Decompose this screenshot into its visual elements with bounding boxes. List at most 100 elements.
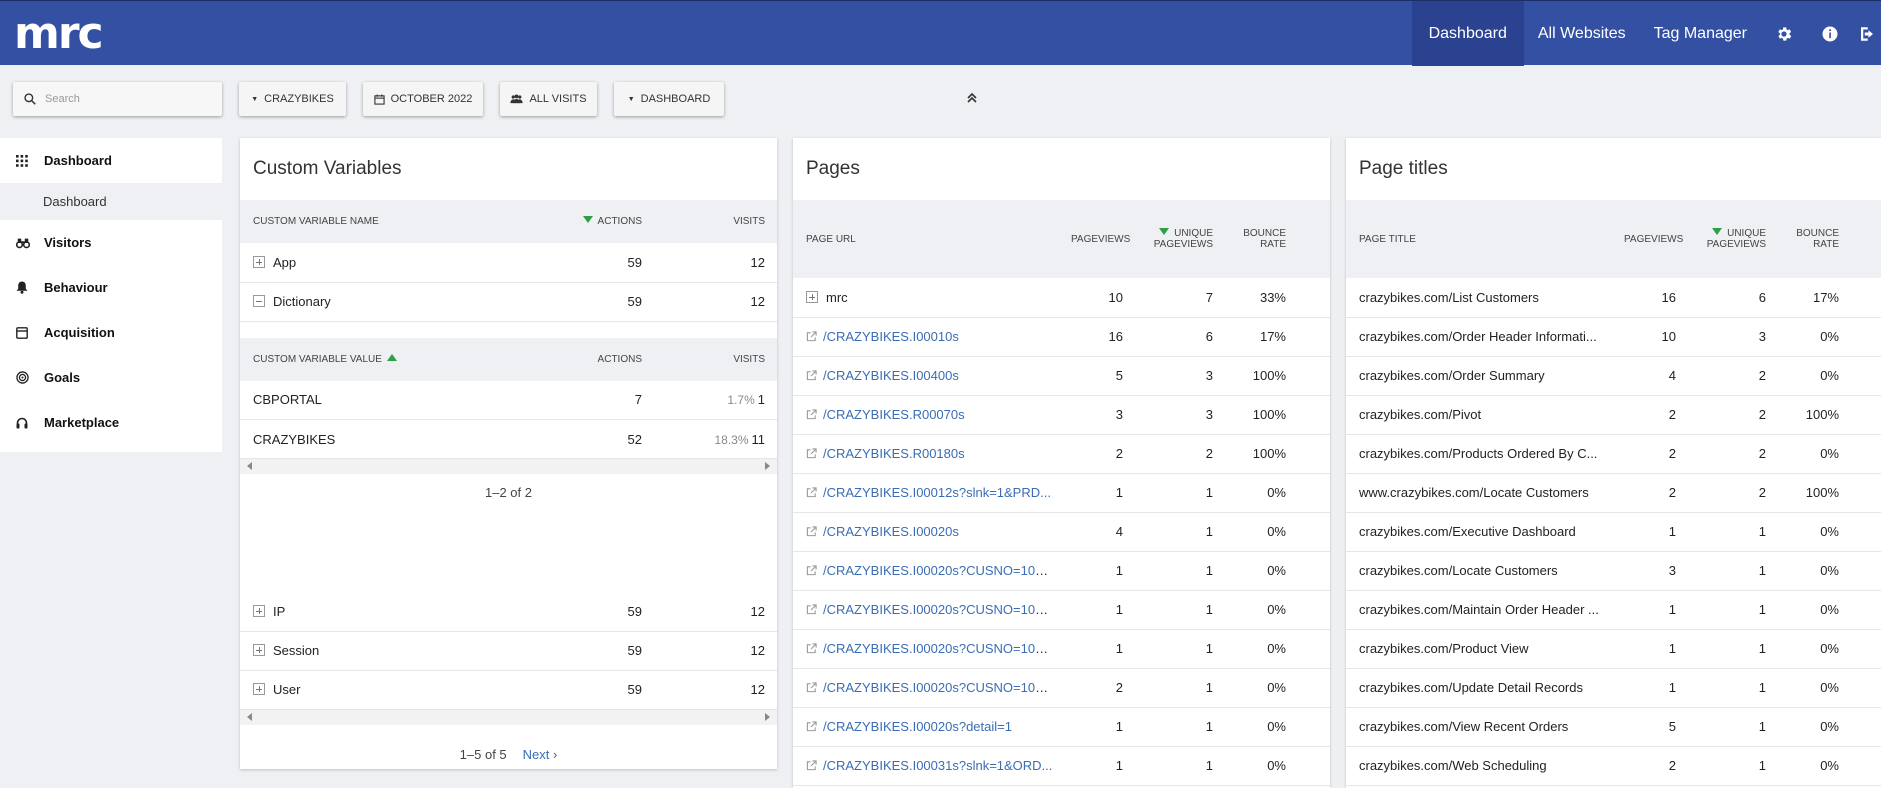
column-header-pageviews[interactable]: PAGEVIEWS bbox=[1618, 200, 1688, 278]
column-header-visits[interactable]: VISITS bbox=[654, 337, 777, 381]
sidebar-item-goals[interactable]: Goals bbox=[0, 355, 222, 400]
logout-icon[interactable] bbox=[1853, 1, 1881, 66]
page-url-link[interactable]: /CRAZYBIKES.R00070s bbox=[823, 407, 965, 422]
collapse-toolbar-button[interactable] bbox=[962, 88, 982, 108]
table-row[interactable]: crazybikes.com/Order Header Informati...… bbox=[1346, 317, 1881, 357]
table-row[interactable]: /CRAZYBIKES.R00180s 2 2 100% bbox=[793, 434, 1330, 474]
column-header-page-url[interactable]: PAGE URL bbox=[793, 200, 1065, 278]
page-url-link[interactable]: /CRAZYBIKES.I00400s bbox=[823, 368, 959, 383]
page-url-link[interactable]: /CRAZYBIKES.I00020s?CUSNO=100... bbox=[823, 641, 1053, 656]
sidebar-item-dashboard[interactable]: Dashboard bbox=[0, 138, 222, 183]
table-row[interactable]: /CRAZYBIKES.R00070s 3 3 100% bbox=[793, 395, 1330, 435]
nav-dashboard[interactable]: Dashboard bbox=[1411, 1, 1524, 66]
expand-icon[interactable] bbox=[253, 644, 265, 656]
external-link-icon[interactable] bbox=[806, 643, 817, 654]
page-url-link[interactable]: /CRAZYBIKES.I00031s?slnk=1&ORD... bbox=[823, 758, 1052, 773]
collapse-icon[interactable] bbox=[253, 295, 265, 307]
table-row[interactable]: /CRAZYBIKES.I00031s?slnk=1&ORD... 1 1 0% bbox=[793, 746, 1330, 786]
table-row[interactable]: /CRAZYBIKES.I00020s?CUSNO=100... 1 1 0% bbox=[793, 551, 1330, 591]
table-row[interactable]: crazybikes.com/Update Detail Records 1 1 0% bbox=[1346, 668, 1881, 708]
table-row[interactable]: crazybikes.com/Pivot 2 2 100% bbox=[1346, 395, 1881, 435]
table-row[interactable]: crazybikes.com/Executive Dashboard 1 1 0% bbox=[1346, 512, 1881, 552]
page-url-link[interactable]: /CRAZYBIKES.I00020s?detail=1 bbox=[823, 719, 1012, 734]
nav-tag-manager[interactable]: Tag Manager bbox=[1640, 1, 1761, 66]
dashboard-selector-button[interactable]: ▼ DASHBOARD bbox=[614, 82, 724, 116]
table-row[interactable]: App 59 12 bbox=[240, 243, 777, 283]
table-row[interactable]: crazybikes.com/Products Ordered By C... 2… bbox=[1346, 434, 1881, 474]
column-header-pageviews[interactable]: PAGEVIEWS bbox=[1065, 200, 1135, 278]
horizontal-scrollbar[interactable] bbox=[240, 709, 777, 725]
table-row[interactable]: Dictionary 59 12 bbox=[240, 282, 777, 322]
scroll-left-arrow[interactable] bbox=[247, 712, 252, 721]
sidebar-item-visitors[interactable]: Visitors bbox=[0, 220, 222, 265]
external-link-icon[interactable] bbox=[806, 721, 817, 732]
external-link-icon[interactable] bbox=[806, 370, 817, 381]
sidebar-subitem-dashboard[interactable]: Dashboard bbox=[0, 183, 222, 220]
table-row[interactable]: crazybikes.com/List Customers 16 6 17% bbox=[1346, 278, 1881, 318]
expand-icon[interactable] bbox=[253, 255, 265, 268]
sidebar-item-acquisition[interactable]: Acquisition bbox=[0, 310, 222, 355]
column-header-visits[interactable]: VISITS bbox=[654, 200, 777, 243]
column-header-unique-pageviews[interactable]: UNIQUE PAGEVIEWS bbox=[1688, 200, 1778, 278]
table-row[interactable]: mrc 10 7 33% bbox=[793, 278, 1330, 318]
column-header-name[interactable]: CUSTOM VARIABLE NAME bbox=[240, 200, 528, 243]
period-selector-button[interactable]: OCTOBER 2022 bbox=[363, 82, 483, 116]
table-row[interactable]: /CRAZYBIKES.I00020s?CUSNO=100... 1 1 0% bbox=[793, 590, 1330, 630]
nav-all-websites[interactable]: All Websites bbox=[1524, 1, 1640, 66]
table-row[interactable]: Session 59 12 bbox=[240, 631, 777, 671]
column-header-unique-pageviews[interactable]: UNIQUE PAGEVIEWS bbox=[1135, 200, 1225, 278]
page-url-link[interactable]: /CRAZYBIKES.I00020s?CUSNO=100... bbox=[823, 602, 1053, 617]
external-link-icon[interactable] bbox=[806, 487, 817, 498]
table-row[interactable]: /CRAZYBIKES.I00012s?slnk=1&PRD... 1 1 0% bbox=[793, 473, 1330, 513]
scroll-left-arrow[interactable] bbox=[247, 462, 252, 470]
table-row[interactable]: crazybikes.com/Locate Customers 3 1 0% bbox=[1346, 551, 1881, 591]
external-link-icon[interactable] bbox=[806, 409, 817, 420]
gear-icon[interactable] bbox=[1761, 1, 1807, 66]
external-link-icon[interactable] bbox=[806, 448, 817, 459]
page-url-link[interactable]: /CRAZYBIKES.I00020s bbox=[823, 524, 959, 539]
page-url-link[interactable]: /CRAZYBIKES.R00180s bbox=[823, 446, 965, 461]
table-row[interactable]: crazybikes.com/View Recent Orders 5 1 0% bbox=[1346, 707, 1881, 747]
column-header-bounce-rate[interactable]: BOUNCE RATE bbox=[1225, 200, 1298, 278]
next-page-link[interactable]: Next › bbox=[523, 747, 558, 762]
table-row[interactable]: /CRAZYBIKES.I00020s?CUSNO=100... 1 1 0% bbox=[793, 629, 1330, 669]
table-row[interactable]: /CRAZYBIKES.I00020s 4 1 0% bbox=[793, 512, 1330, 552]
column-header-actions[interactable]: ACTIONS bbox=[528, 337, 654, 381]
column-header-bounce-rate[interactable]: BOUNCE RATE bbox=[1778, 200, 1851, 278]
scroll-right-arrow[interactable] bbox=[765, 712, 770, 721]
search-box[interactable] bbox=[13, 82, 222, 116]
column-header-page-title[interactable]: PAGE TITLE bbox=[1346, 200, 1618, 278]
horizontal-scrollbar[interactable] bbox=[240, 459, 777, 474]
table-row[interactable]: /CRAZYBIKES.I00020s?CUSNO=100... 2 1 0% bbox=[793, 668, 1330, 708]
table-row[interactable]: crazybikes.com/Order Summary 4 2 0% bbox=[1346, 356, 1881, 396]
logo[interactable]: mrc bbox=[14, 10, 104, 58]
page-url-link[interactable]: /CRAZYBIKES.I00020s?CUSNO=100... bbox=[823, 563, 1053, 578]
table-row[interactable]: /CRAZYBIKES.I00010s 16 6 17% bbox=[793, 317, 1330, 357]
page-url-link[interactable]: /CRAZYBIKES.I00020s?CUSNO=100... bbox=[823, 680, 1053, 695]
table-row[interactable]: CBPORTAL 7 1.7% 1 bbox=[240, 380, 777, 420]
expand-icon[interactable] bbox=[806, 290, 818, 303]
table-row[interactable]: crazybikes.com/Web Scheduling 2 1 0% bbox=[1346, 746, 1881, 786]
expand-icon[interactable] bbox=[253, 683, 265, 695]
expand-icon[interactable] bbox=[253, 604, 265, 617]
table-row[interactable]: /CRAZYBIKES.I00020s?detail=1 1 1 0% bbox=[793, 707, 1330, 747]
table-row[interactable]: User 59 12 bbox=[240, 670, 777, 710]
table-row[interactable]: CRAZYBIKES 52 18.3% 11 bbox=[240, 419, 777, 459]
external-link-icon[interactable] bbox=[806, 331, 817, 342]
scroll-right-arrow[interactable] bbox=[765, 462, 770, 470]
external-link-icon[interactable] bbox=[806, 565, 817, 576]
search-input[interactable] bbox=[43, 92, 213, 106]
table-row[interactable]: www.crazybikes.com/Locate Customers 2 2 100… bbox=[1346, 473, 1881, 513]
external-link-icon[interactable] bbox=[806, 604, 817, 615]
site-selector-button[interactable]: ▼ CRAZYBIKES bbox=[239, 82, 346, 116]
column-header-value[interactable]: CUSTOM VARIABLE VALUE bbox=[240, 337, 528, 381]
page-url-link[interactable]: /CRAZYBIKES.I00012s?slnk=1&PRD... bbox=[823, 485, 1051, 500]
page-url-link[interactable]: /CRAZYBIKES.I00010s bbox=[823, 329, 959, 344]
info-icon[interactable] bbox=[1807, 1, 1853, 66]
segment-selector-button[interactable]: ALL VISITS bbox=[500, 82, 597, 116]
table-row[interactable]: IP 59 12 bbox=[240, 592, 777, 632]
table-row[interactable]: crazybikes.com/Maintain Order Header ...… bbox=[1346, 590, 1881, 630]
table-row[interactable]: /CRAZYBIKES.I00400s 5 3 100% bbox=[793, 356, 1330, 396]
external-link-icon[interactable] bbox=[806, 682, 817, 693]
external-link-icon[interactable] bbox=[806, 760, 817, 771]
